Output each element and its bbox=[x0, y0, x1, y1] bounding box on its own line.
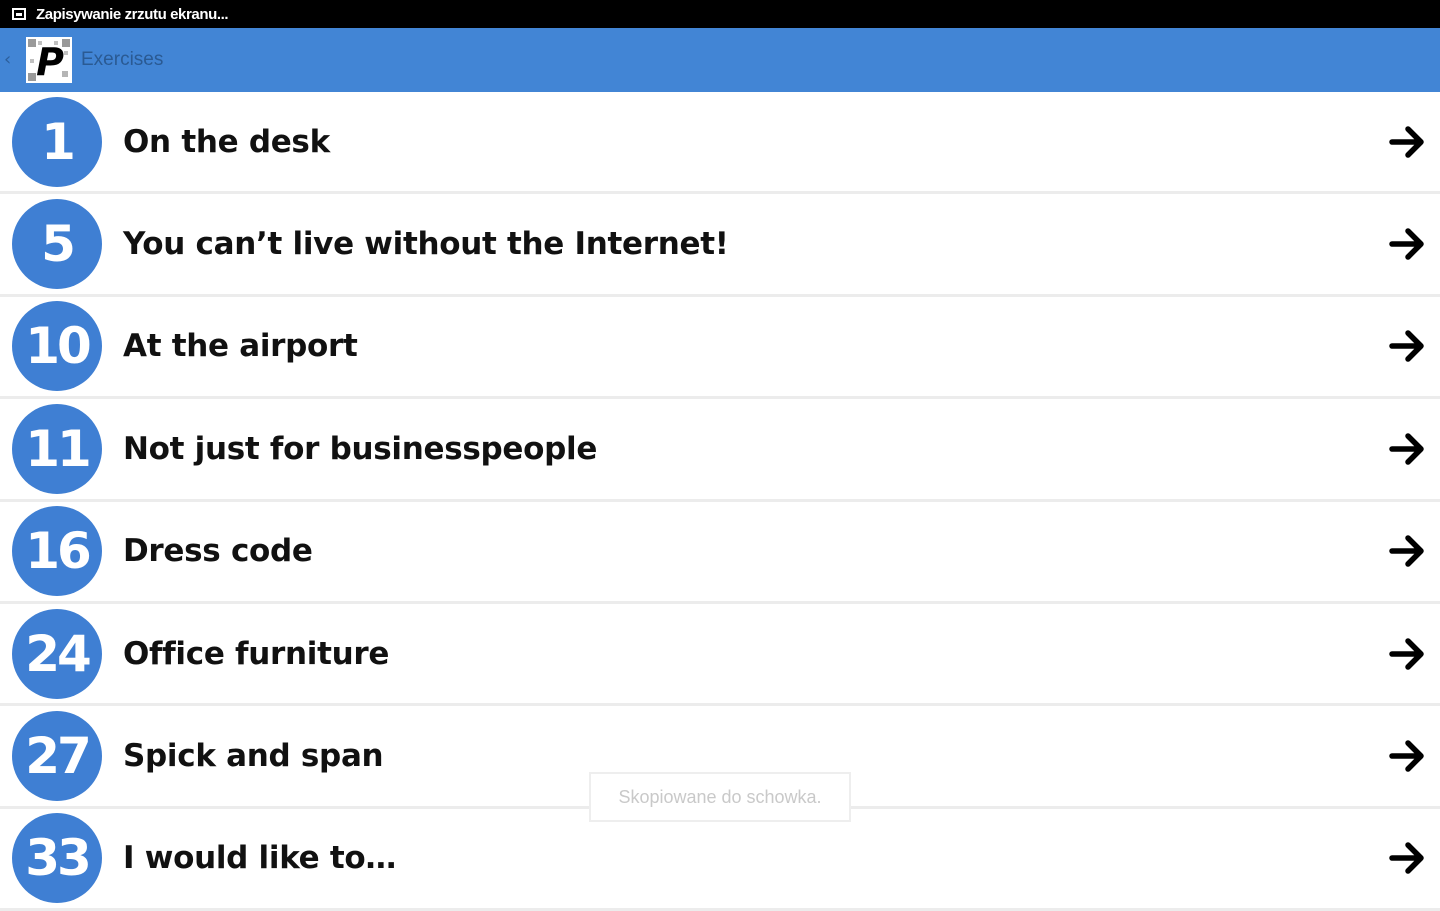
exercise-row[interactable]: 16 Dress code bbox=[0, 502, 1440, 604]
status-bar: Zapisywanie zrzutu ekranu... bbox=[0, 0, 1440, 28]
exercise-row[interactable]: 1 On the desk bbox=[0, 92, 1440, 195]
exercise-title: You can’t live without the Internet! bbox=[123, 226, 729, 263]
exercise-title: Not just for businesspeople bbox=[123, 430, 598, 467]
exercise-number-badge: 24 bbox=[12, 608, 102, 699]
arrow-right-icon bbox=[1389, 330, 1424, 363]
page-title: Exercises bbox=[81, 49, 164, 70]
exercise-row[interactable]: 5 You can’t live without the Internet! bbox=[0, 194, 1440, 297]
arrow-right-icon bbox=[1389, 842, 1424, 875]
exercise-title: Dress code bbox=[123, 533, 313, 570]
exercise-row[interactable]: 24 Office furniture bbox=[0, 604, 1440, 707]
arrow-right-icon bbox=[1389, 433, 1424, 465]
status-text: Zapisywanie zrzutu ekranu... bbox=[36, 5, 229, 23]
arrow-right-icon bbox=[1389, 228, 1424, 260]
exercise-title: At the airport bbox=[123, 328, 358, 365]
exercise-title: Spick and span bbox=[123, 738, 384, 775]
exercise-number-badge: 11 bbox=[12, 403, 102, 494]
arrow-right-icon bbox=[1389, 125, 1424, 158]
toast-message: Skopiowane do schowka. bbox=[589, 772, 851, 822]
app-logo[interactable]: P bbox=[26, 37, 72, 83]
exercise-number-badge: 27 bbox=[12, 711, 102, 802]
screenshot-icon bbox=[12, 8, 26, 20]
arrow-right-icon bbox=[1389, 637, 1424, 670]
exercise-title: Office furniture bbox=[123, 635, 390, 672]
action-bar: ‹ P Exercises bbox=[0, 28, 1440, 92]
exercise-title: I would like to… bbox=[123, 840, 397, 877]
logo-letter: P bbox=[36, 40, 64, 83]
exercise-number-badge: 33 bbox=[12, 813, 102, 904]
exercise-row[interactable]: 33 I would like to… bbox=[0, 809, 1440, 911]
exercise-number-badge: 1 bbox=[12, 96, 102, 187]
chevron-left-icon[interactable]: ‹ bbox=[4, 51, 18, 69]
exercise-number-badge: 10 bbox=[12, 301, 102, 392]
exercise-row[interactable]: 10 At the airport bbox=[0, 297, 1440, 400]
arrow-right-icon bbox=[1389, 535, 1424, 567]
arrow-right-icon bbox=[1389, 740, 1424, 772]
exercise-row[interactable]: 11 Not just for businesspeople bbox=[0, 399, 1440, 502]
exercise-title: On the desk bbox=[123, 123, 330, 160]
exercise-number-badge: 16 bbox=[12, 506, 102, 597]
exercise-number-badge: 5 bbox=[12, 199, 102, 290]
